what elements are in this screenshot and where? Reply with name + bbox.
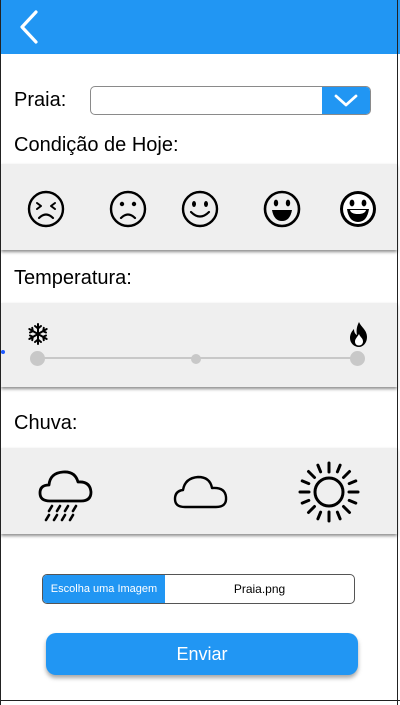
chevron-down-icon [334, 94, 358, 107]
frame-border-bottom [0, 700, 400, 701]
sun-icon[interactable] [298, 461, 360, 523]
image-file-picker: Escolha uma Imagem Praia.png [42, 574, 355, 604]
chevron-left-icon[interactable] [14, 9, 48, 45]
edge-marker [1, 350, 5, 354]
temperature-label: Temperatura: [14, 267, 132, 289]
sad-face-icon[interactable] [108, 189, 148, 229]
temperature-step-low[interactable] [30, 351, 45, 366]
snowflake-icon [28, 323, 48, 345]
very-happy-face-icon[interactable] [338, 189, 378, 229]
file-name-field[interactable]: Praia.png [165, 575, 354, 603]
smile-face-icon[interactable] [180, 189, 220, 229]
flame-icon [350, 322, 367, 347]
top-app-bar [0, 0, 400, 54]
temperature-step-high[interactable] [350, 351, 365, 366]
condition-label: Condição de Hoje: [14, 134, 179, 156]
beach-label: Praia: [14, 89, 67, 111]
temperature-step-mid[interactable] [191, 354, 201, 364]
temperature-panel [1, 303, 397, 387]
rain-cloud-icon[interactable] [36, 465, 96, 527]
frame-border-right [397, 0, 398, 705]
happy-face-icon[interactable] [262, 189, 302, 229]
stressed-face-icon[interactable] [26, 189, 66, 229]
submit-button[interactable]: Enviar [46, 633, 358, 675]
dropdown-button[interactable] [322, 87, 370, 114]
beach-select[interactable] [90, 86, 371, 115]
rain-label: Chuva: [14, 412, 78, 434]
cloud-icon[interactable] [173, 474, 229, 510]
frame-border-left [0, 0, 1, 705]
choose-image-button[interactable]: Escolha uma Imagem [43, 575, 165, 603]
